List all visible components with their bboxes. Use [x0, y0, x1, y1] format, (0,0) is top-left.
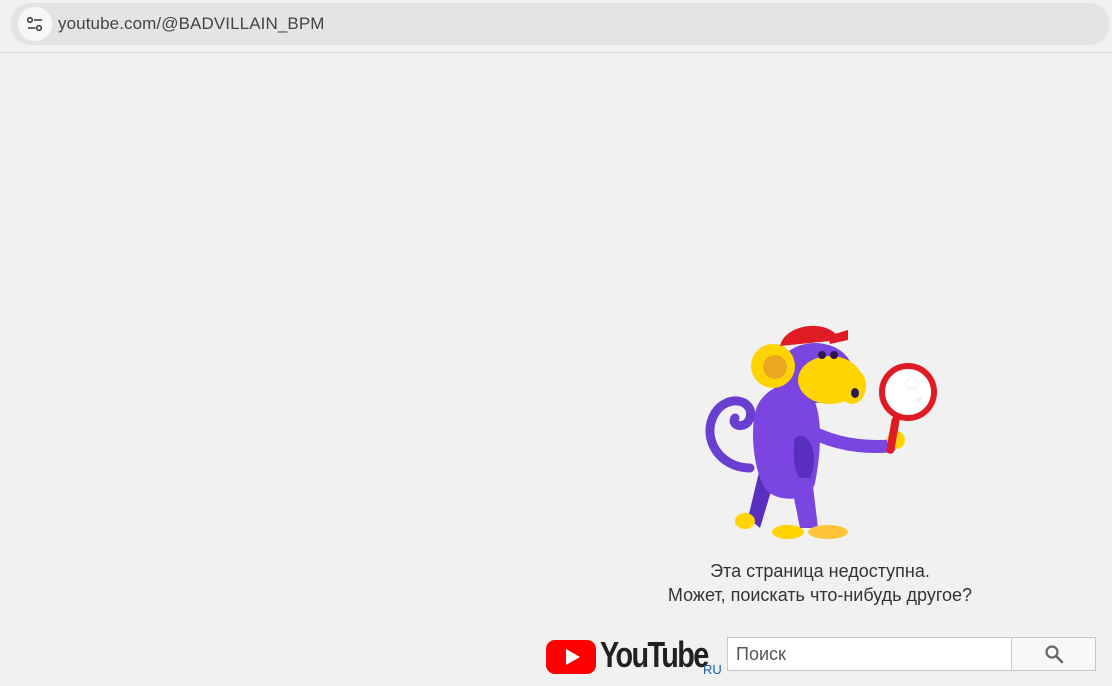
url-bar[interactable]: youtube.com/@BADVILLAIN_BPM	[10, 3, 1110, 45]
youtube-logo[interactable]: YouTube	[546, 634, 726, 678]
tune-icon	[26, 16, 43, 32]
search-button[interactable]	[1012, 637, 1096, 671]
region-label: RU	[703, 662, 722, 677]
browser-address-bar: youtube.com/@BADVILLAIN_BPM	[0, 0, 1112, 53]
search-icon	[1044, 645, 1063, 664]
url-text[interactable]: youtube.com/@BADVILLAIN_BPM	[58, 14, 325, 34]
youtube-logo-text: YouTube	[600, 634, 709, 675]
search-input[interactable]	[727, 637, 1012, 671]
error-line-2: Может, поискать что-нибудь другое?	[667, 585, 973, 605]
error-line-1: Эта страница недоступна.	[710, 561, 930, 581]
monkey-illustration	[705, 325, 937, 539]
error-message: Эта страница недоступна. Может, поискать…	[620, 559, 1020, 607]
site-info-button[interactable]	[18, 7, 52, 41]
